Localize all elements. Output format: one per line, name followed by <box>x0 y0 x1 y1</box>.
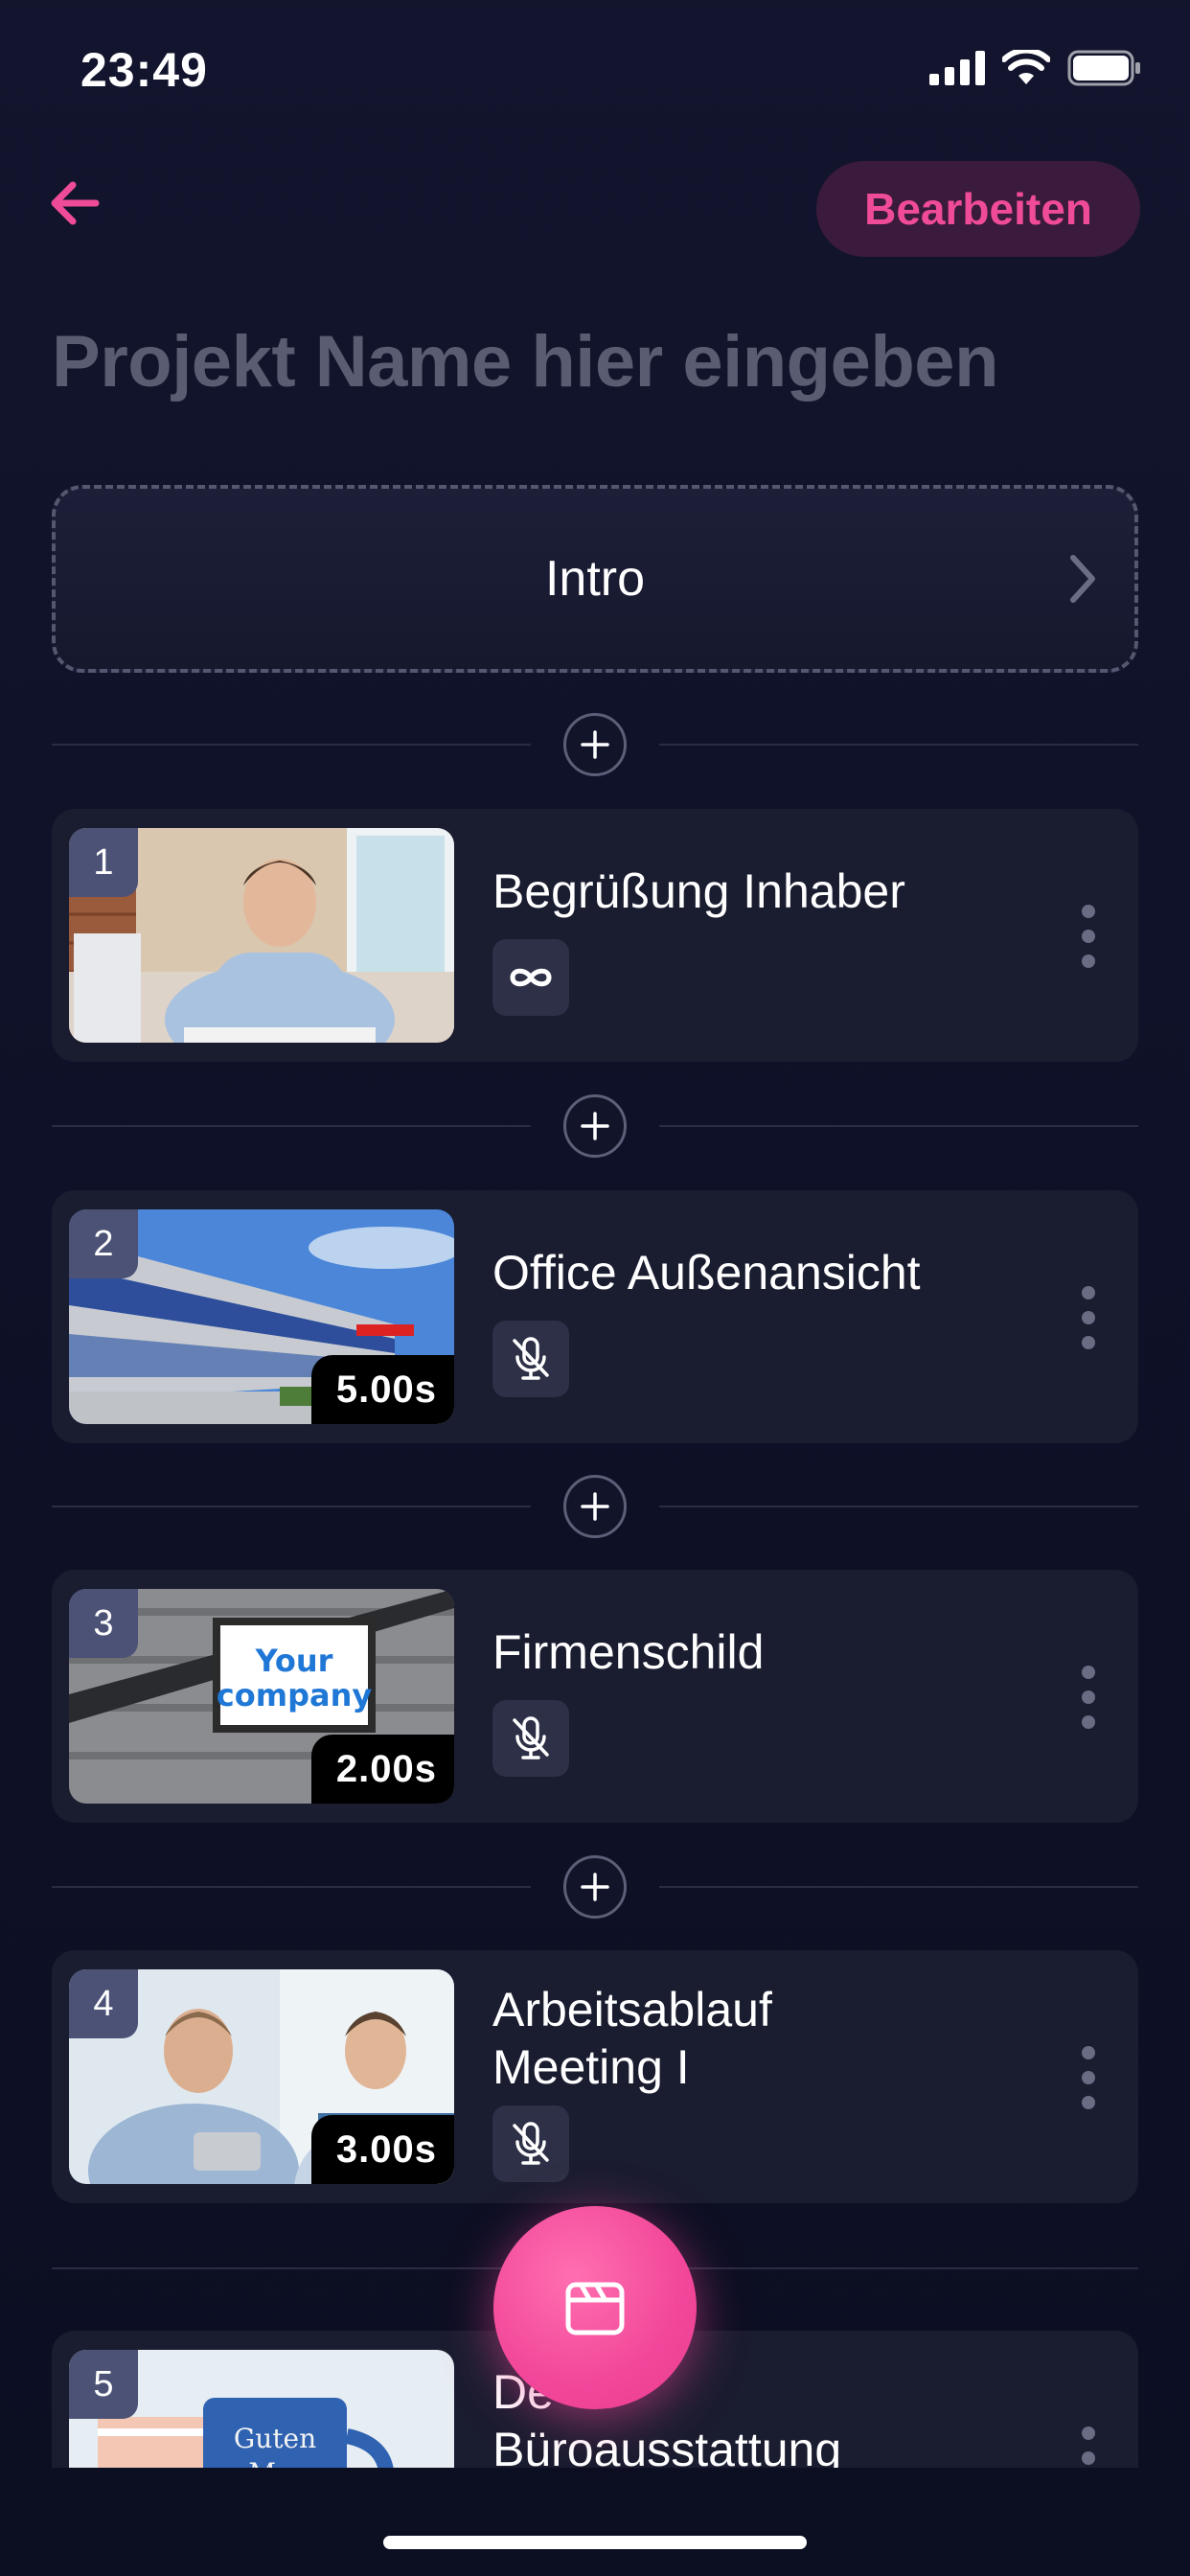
divider-line <box>52 1125 531 1127</box>
clip-title: Office Außenansicht <box>492 1244 921 1301</box>
infinity-icon <box>510 968 552 987</box>
clip-card[interactable]: 2 5.00s Office Außenansicht <box>52 1190 1138 1443</box>
add-clip-divider <box>52 711 1138 778</box>
add-clip-button[interactable] <box>563 713 627 776</box>
project-name-input[interactable]: Projekt Name hier eingeben <box>52 320 999 403</box>
clip-index-badge: 4 <box>69 1969 138 2038</box>
clip-title-text-line2: Meeting I <box>492 2040 690 2094</box>
clip-card[interactable]: 4 3.00s Arbeitsablauf Meeting I <box>52 1950 1138 2203</box>
divider-line <box>659 744 1138 746</box>
clip-title: Firmenschild <box>492 1623 764 1681</box>
mic-off-icon <box>513 1716 549 1760</box>
status-bar: 23:49 <box>0 0 1190 144</box>
clip-index-badge: 5 <box>69 2350 138 2419</box>
status-icons <box>929 50 1142 86</box>
clip-duration: 5.00s <box>310 1355 454 1424</box>
more-options-button[interactable] <box>1077 1286 1100 1349</box>
clip-title-text: Begrüßung Inhaber <box>492 864 905 918</box>
mug-text-line1: Guten <box>234 2423 316 2454</box>
status-time: 23:49 <box>80 43 208 97</box>
clip-title: Arbeitsablauf Meeting I <box>492 1981 772 2096</box>
home-indicator[interactable] <box>383 2536 807 2549</box>
plus-icon <box>581 1112 609 1140</box>
intro-section[interactable]: Intro <box>52 485 1138 673</box>
divider-line <box>659 1886 1138 1888</box>
arrow-left-icon <box>51 181 100 225</box>
clip-title-text: Office Außenansicht <box>492 1246 921 1300</box>
divider-line <box>52 1506 531 1507</box>
audio-toggle[interactable] <box>492 2105 569 2182</box>
plus-icon <box>581 730 609 759</box>
clip-duration: 3.00s <box>310 2115 454 2184</box>
add-clip-button[interactable] <box>563 1475 627 1538</box>
create-video-button[interactable] <box>493 2206 697 2409</box>
add-clip-divider <box>52 1092 1138 1160</box>
mic-off-icon <box>513 2122 549 2165</box>
clip-title-text: Arbeitsablauf <box>492 1983 772 2036</box>
battery-icon <box>1067 50 1140 86</box>
clip-index-badge: 2 <box>69 1209 138 1278</box>
add-clip-button[interactable] <box>563 1855 627 1919</box>
more-options-button[interactable] <box>1077 1666 1100 1729</box>
clip-thumbnail[interactable]: 2 5.00s <box>69 1209 454 1424</box>
add-clip-divider <box>52 1853 1138 1920</box>
clip-thumbnail[interactable]: Your company 3 2.00s <box>69 1589 454 1804</box>
divider-line <box>52 1886 531 1888</box>
mic-off-icon <box>513 1337 549 1380</box>
clip-title: Begrüßung Inhaber <box>492 862 905 920</box>
audio-toggle[interactable] <box>492 1700 569 1777</box>
cellular-signal-icon <box>929 51 985 85</box>
clip-card[interactable]: Your company 3 2.00s Firmenschild <box>52 1570 1138 1823</box>
clapperboard-icon <box>565 2282 625 2335</box>
sign-text-line1: Your <box>255 1643 333 1679</box>
sign-text-line2: company <box>217 1677 373 1714</box>
divider-line <box>659 1125 1138 1127</box>
plus-icon <box>581 1492 609 1521</box>
add-clip-button[interactable] <box>563 1094 627 1158</box>
clip-thumbnail[interactable]: 4 3.00s <box>69 1969 454 2184</box>
clip-title-text: Firmenschild <box>492 1625 765 1679</box>
more-options-button[interactable] <box>1077 2046 1100 2109</box>
clip-thumbnail[interactable]: 1 <box>69 828 454 1043</box>
plus-icon <box>581 1873 609 1901</box>
edit-button[interactable]: Bearbeiten <box>816 161 1140 257</box>
loop-toggle[interactable] <box>492 939 569 1016</box>
clip-card[interactable]: 1 Begrüßung Inhaber <box>52 809 1138 1062</box>
clip-duration: 2.00s <box>310 1735 454 1804</box>
bottom-safe-area <box>0 2468 1190 2576</box>
clip-index-badge: 1 <box>69 828 138 897</box>
more-options-button[interactable] <box>1077 905 1100 968</box>
clip-index-badge: 3 <box>69 1589 138 1658</box>
wifi-icon <box>1002 50 1050 84</box>
add-clip-divider <box>52 1473 1138 1540</box>
audio-toggle[interactable] <box>492 1321 569 1397</box>
chevron-right-icon <box>1070 555 1095 603</box>
divider-line <box>659 1506 1138 1507</box>
divider-line <box>52 744 531 746</box>
intro-label: Intro <box>544 551 646 607</box>
back-button[interactable] <box>46 172 107 234</box>
